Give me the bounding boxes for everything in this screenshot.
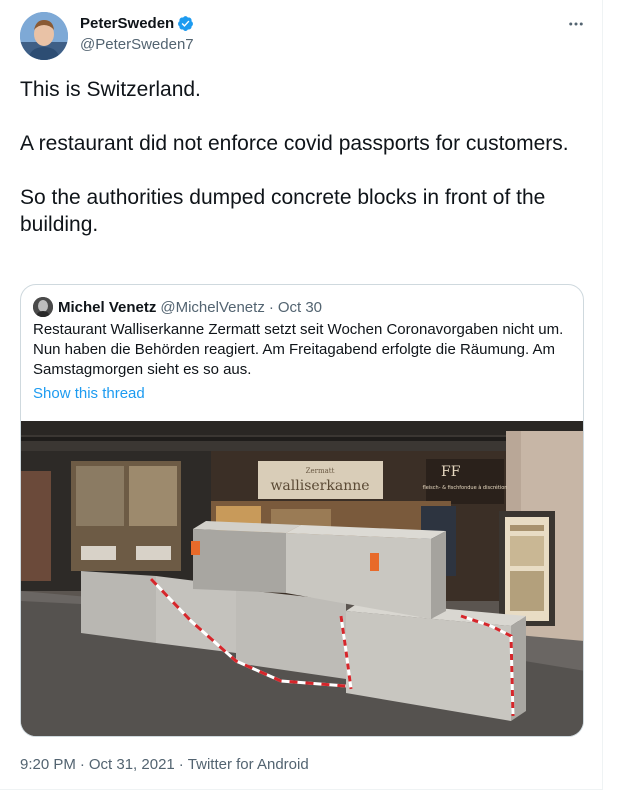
quoted-author-avatar [33,297,53,317]
dot-separator: · [268,298,274,316]
quoted-tweet-header: Michel Venetz @MichelVenetz · Oct 30 [33,297,322,317]
tweet-text: This is Switzerland. A restaurant did no… [20,76,580,238]
tweet-paragraph: This is Switzerland. [20,78,201,101]
quoted-author-name[interactable]: Michel Venetz [58,299,156,316]
verified-badge-icon [178,16,194,31]
author-avatar[interactable] [20,12,68,60]
tweet-card: PeterSweden @PeterSweden7 This is Switze… [0,0,617,790]
tweet-time[interactable]: 9:20 PM [20,756,76,773]
tweet-paragraph: So the authorities dumped concrete block… [20,186,546,236]
quoted-tweet[interactable]: Michel Venetz @MichelVenetz · Oct 30 Res… [20,284,584,737]
dot-separator: · [79,756,85,773]
tweet-date[interactable]: Oct 31, 2021 [89,756,175,773]
dot-separator: · [178,756,184,773]
more-options-icon[interactable] [564,14,588,34]
avatar-image [20,12,68,60]
photo-sign-small: Zermatt [306,467,335,475]
column-divider [602,0,603,790]
author-handle[interactable]: @PeterSweden7 [80,36,194,53]
photo-shop-logo: FF [441,464,461,480]
show-thread-link[interactable]: Show this thread [33,385,145,402]
author-display-name[interactable]: PeterSweden [80,15,174,32]
quoted-photo[interactable]: Zermatt walliserkanne FF fleisch- & fisc… [21,421,584,737]
tweet-paragraph: A restaurant did not enforce covid passp… [20,132,569,155]
photo-shop-sub: fleisch- & fischfondue à discrétion [423,484,508,491]
quoted-date[interactable]: Oct 30 [278,299,322,316]
quoted-tweet-text: Restaurant Walliserkanne Zermatt setzt s… [33,321,564,378]
author-name-row[interactable]: PeterSweden [80,15,194,32]
quoted-author-handle: @MichelVenetz [160,298,265,316]
tweet-source[interactable]: Twitter for Android [188,756,309,773]
photo-sign-text: walliserkanne [270,478,369,494]
tweet-meta: 9:20 PM · Oct 31, 2021 · Twitter for And… [20,756,309,773]
